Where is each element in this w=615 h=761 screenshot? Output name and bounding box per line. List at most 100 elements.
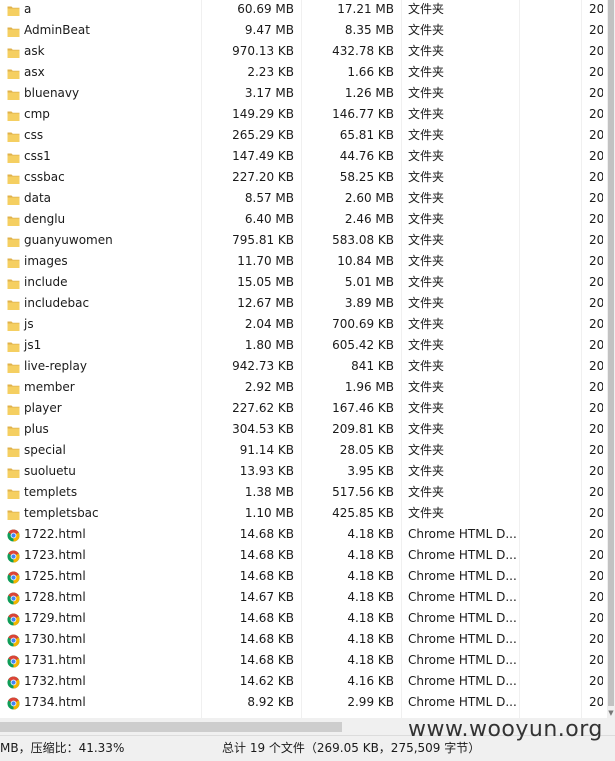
file-row[interactable]: bluenavy 3.17 MB 1.26 MB 文件夹 20 [0,83,615,104]
file-row[interactable]: cssbac 227.20 KB 58.25 KB 文件夹 20 [0,167,615,188]
file-name: 1731.html [24,653,86,667]
file-name: cmp [24,107,50,121]
file-type: 文件夹 [408,317,445,331]
file-name: 1723.html [24,548,86,562]
file-size: 2.04 MB [244,317,294,331]
file-packed-size: 583.08 KB [332,233,394,247]
folder-icon [7,171,20,184]
file-packed-size: 10.84 MB [337,254,394,268]
file-packed-size: 700.69 KB [332,317,394,331]
file-size: 11.70 MB [237,254,294,268]
horizontal-scroll-thumb[interactable] [0,722,342,732]
file-type: Chrome HTML D... [408,527,516,541]
file-row[interactable]: a 60.69 MB 17.21 MB 文件夹 20 [0,0,615,20]
file-row[interactable]: css 265.29 KB 65.81 KB 文件夹 20 [0,125,615,146]
file-row[interactable]: js1 1.80 MB 605.42 KB 文件夹 20 [0,335,615,356]
file-type: 文件夹 [408,128,445,142]
file-row[interactable]: 1722.html 14.68 KB 4.18 KB Chrome HTML D...… [0,524,615,545]
file-name: css [24,128,44,142]
file-name: include [24,275,68,289]
file-packed-size: 8.35 MB [344,23,394,37]
file-size: 14.68 KB [239,653,294,667]
file-packed-size: 4.18 KB [347,590,394,604]
file-name: templetsbac [24,506,99,520]
file-row[interactable]: templets 1.38 MB 517.56 KB 文件夹 20 [0,482,615,503]
watermark: www.wooyun.org [408,717,603,742]
file-packed-size: 4.18 KB [347,632,394,646]
file-row[interactable]: AdminBeat 9.47 MB 8.35 MB 文件夹 20 [0,20,615,41]
file-packed-size: 841 KB [351,359,394,373]
file-row[interactable]: 1728.html 14.67 KB 4.18 KB Chrome HTML D...… [0,587,615,608]
file-row[interactable]: cmp 149.29 KB 146.77 KB 文件夹 20 [0,104,615,125]
file-row[interactable]: asx 2.23 KB 1.66 KB 文件夹 20 [0,62,615,83]
file-row[interactable]: images 11.70 MB 10.84 MB 文件夹 20 [0,251,615,272]
file-row[interactable]: member 2.92 MB 1.96 MB 文件夹 20 [0,377,615,398]
file-size: 1.38 MB [244,485,294,499]
file-type: Chrome HTML D... [408,695,516,709]
file-row[interactable]: suoluetu 13.93 KB 3.95 KB 文件夹 20 [0,461,615,482]
file-size: 14.68 KB [239,548,294,562]
folder-icon [7,234,20,247]
file-modified: 20 [589,632,603,646]
file-type: Chrome HTML D... [408,590,516,604]
status-compression-ratio: MB，压缩比：41.33% [0,741,125,755]
file-row[interactable]: 1725.html 14.68 KB 4.18 KB Chrome HTML D...… [0,566,615,587]
file-type: Chrome HTML D... [408,632,516,646]
file-modified: 20 [589,695,603,709]
file-row[interactable]: css1 147.49 KB 44.76 KB 文件夹 20 [0,146,615,167]
folder-icon [7,465,20,478]
file-row[interactable]: live-replay 942.73 KB 841 KB 文件夹 20 [0,356,615,377]
folder-icon [7,129,20,142]
file-row[interactable]: templetsbac 1.10 MB 425.85 KB 文件夹 20 [0,503,615,524]
file-size: 91.14 KB [239,443,294,457]
file-packed-size: 3.89 MB [344,296,394,310]
scroll-down-arrow-icon[interactable]: ▼ [607,708,615,718]
file-type: 文件夹 [408,212,445,226]
file-type: 文件夹 [408,65,445,79]
file-size: 8.57 MB [244,191,294,205]
folder-icon [7,402,20,415]
chrome-icon [7,654,20,668]
file-size: 8.92 KB [247,695,294,709]
file-row[interactable]: includebac 12.67 MB 3.89 MB 文件夹 20 [0,293,615,314]
file-packed-size: 517.56 KB [332,485,394,499]
file-modified: 20 [589,464,603,478]
file-type: 文件夹 [408,506,445,520]
file-row[interactable]: js 2.04 MB 700.69 KB 文件夹 20 [0,314,615,335]
file-row[interactable]: special 91.14 KB 28.05 KB 文件夹 20 [0,440,615,461]
file-name: cssbac [24,170,65,184]
file-name: special [24,443,66,457]
file-modified: 20 [589,401,603,415]
chrome-icon [7,549,20,563]
file-modified: 20 [589,674,603,688]
folder-icon [7,339,20,352]
file-row[interactable]: data 8.57 MB 2.60 MB 文件夹 20 [0,188,615,209]
file-row[interactable]: 1730.html 14.68 KB 4.18 KB Chrome HTML D...… [0,629,615,650]
file-modified: 20 [589,65,603,79]
file-type: 文件夹 [408,23,445,37]
file-row[interactable]: 1731.html 14.68 KB 4.18 KB Chrome HTML D...… [0,650,615,671]
file-modified: 20 [589,86,603,100]
folder-icon [7,192,20,205]
file-row[interactable]: 1729.html 14.68 KB 4.18 KB Chrome HTML D...… [0,608,615,629]
vertical-scrollbar[interactable]: ▼ [607,0,615,718]
file-name: member [24,380,75,394]
file-type: Chrome HTML D... [408,569,516,583]
file-row[interactable]: denglu 6.40 MB 2.46 MB 文件夹 20 [0,209,615,230]
file-size: 14.68 KB [239,527,294,541]
file-row[interactable]: include 15.05 MB 5.01 MB 文件夹 20 [0,272,615,293]
file-list[interactable]: a 60.69 MB 17.21 MB 文件夹 20 AdminBeat 9.47 MB 8.… [0,0,615,718]
file-row[interactable]: 1732.html 14.62 KB 4.16 KB Chrome HTML D...… [0,671,615,692]
vertical-scroll-thumb[interactable] [608,0,614,706]
file-row[interactable]: ask 970.13 KB 432.78 KB 文件夹 20 [0,41,615,62]
file-modified: 20 [589,23,603,37]
file-row[interactable]: 1734.html 8.92 KB 2.99 KB Chrome HTML D... 2… [0,692,615,713]
file-name: js1 [24,338,42,352]
file-row[interactable]: player 227.62 KB 167.46 KB 文件夹 20 [0,398,615,419]
file-row[interactable]: guanyuwomen 795.81 KB 583.08 KB 文件夹 20 [0,230,615,251]
file-row[interactable]: plus 304.53 KB 209.81 KB 文件夹 20 [0,419,615,440]
file-row[interactable]: 1723.html 14.68 KB 4.18 KB Chrome HTML D...… [0,545,615,566]
file-modified: 20 [589,233,603,247]
file-size: 9.47 MB [244,23,294,37]
file-name: css1 [24,149,51,163]
